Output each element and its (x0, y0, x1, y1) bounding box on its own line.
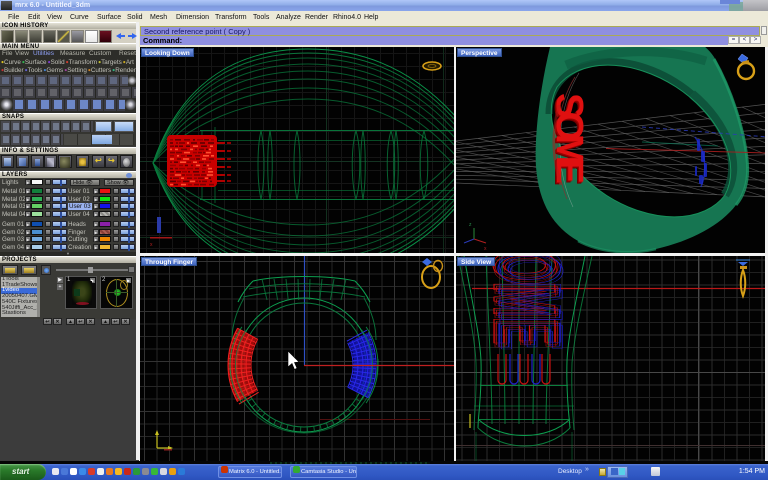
svg-text:DOME: DOME (481, 256, 579, 345)
